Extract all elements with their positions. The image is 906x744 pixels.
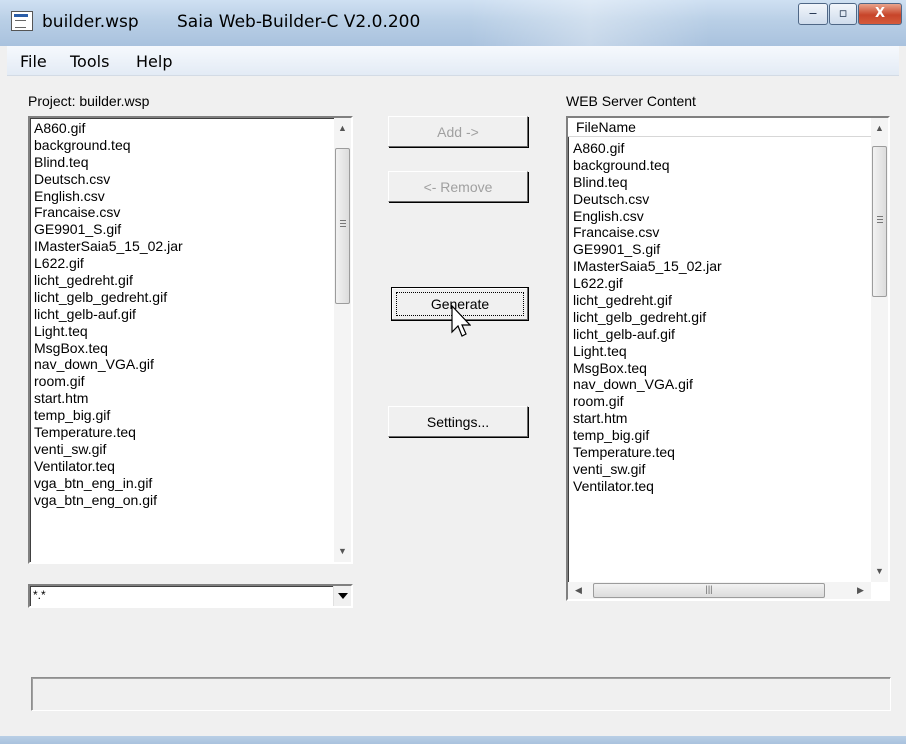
project-label: Project: builder.wsp	[28, 93, 150, 109]
list-item[interactable]: Temperature.teq	[33, 424, 183, 441]
list-item[interactable]: Francaise.csv	[572, 224, 722, 241]
scroll-left-arrow-icon[interactable]: ◀	[570, 582, 587, 599]
list-item[interactable]: nav_down_VGA.gif	[33, 356, 183, 373]
list-item[interactable]: venti_sw.gif	[33, 441, 183, 458]
list-item[interactable]: nav_down_VGA.gif	[572, 376, 722, 393]
web-server-file-items: A860.gif background.teq Blind.teq Deutsch.c…	[572, 140, 722, 495]
list-item[interactable]: A860.gif	[572, 140, 722, 157]
scroll-down-arrow-icon[interactable]: ▼	[334, 543, 351, 560]
project-file-items: A860.gif background.teq Blind.teq Deutsch.c…	[33, 120, 183, 508]
list-item[interactable]: GE9901_S.gif	[572, 241, 722, 258]
menu-tools[interactable]: Tools	[70, 52, 109, 71]
list-item[interactable]: IMasterSaia5_15_02.jar	[572, 258, 722, 275]
add-button[interactable]: Add ->	[388, 116, 528, 147]
list-item[interactable]: Blind.teq	[572, 174, 722, 191]
remove-button-label: <- Remove	[423, 179, 493, 195]
close-button[interactable]: X	[858, 3, 902, 25]
column-header-filename[interactable]: FileName	[568, 118, 871, 137]
title-glow	[470, 0, 710, 46]
list-item[interactable]: A860.gif	[33, 120, 183, 137]
list-item[interactable]: L622.gif	[33, 255, 183, 272]
scroll-thumb[interactable]	[872, 146, 887, 297]
list-item[interactable]: venti_sw.gif	[572, 461, 722, 478]
menu-help[interactable]: Help	[136, 52, 172, 71]
app-icon[interactable]	[11, 11, 33, 31]
file-filter-value: *.*	[33, 588, 46, 602]
scroll-down-arrow-icon[interactable]: ▼	[871, 563, 888, 580]
scroll-right-arrow-icon[interactable]: ▶	[852, 582, 869, 599]
list-item[interactable]: start.htm	[572, 410, 722, 427]
client-area: Project: builder.wsp WEB Server Content …	[7, 76, 899, 736]
list-item[interactable]: IMasterSaia5_15_02.jar	[33, 238, 183, 255]
add-button-label: Add ->	[437, 124, 479, 140]
list-item[interactable]: vga_btn_eng_in.gif	[33, 475, 183, 492]
list-item[interactable]: English.csv	[33, 188, 183, 205]
list-item[interactable]: MsgBox.teq	[33, 340, 183, 357]
title-bar: builder.wsp Saia Web-Builder-C V2.0.200 …	[0, 0, 906, 46]
window-app-title: Saia Web-Builder-C V2.0.200	[177, 12, 421, 32]
list-item[interactable]: Ventilator.teq	[33, 458, 183, 475]
list-item[interactable]: licht_gelb_gedreht.gif	[572, 309, 722, 326]
menu-file[interactable]: File	[20, 52, 47, 71]
list-item[interactable]: background.teq	[572, 157, 722, 174]
web-server-label: WEB Server Content	[566, 93, 696, 109]
list-item[interactable]: licht_gelb-auf.gif	[33, 306, 183, 323]
window-bottom-edge	[0, 736, 906, 744]
list-item[interactable]: Blind.teq	[33, 154, 183, 171]
list-item[interactable]: English.csv	[572, 208, 722, 225]
list-item[interactable]: MsgBox.teq	[572, 360, 722, 377]
list-item[interactable]: room.gif	[33, 373, 183, 390]
list-item[interactable]: Light.teq	[572, 343, 722, 360]
list-item[interactable]: Light.teq	[33, 323, 183, 340]
list-item[interactable]: background.teq	[33, 137, 183, 154]
status-bar	[31, 677, 891, 711]
scroll-thumb[interactable]	[335, 148, 350, 304]
settings-button[interactable]: Settings...	[388, 406, 528, 437]
list-item[interactable]: Francaise.csv	[33, 204, 183, 221]
chevron-down-icon[interactable]	[333, 586, 351, 606]
scroll-up-arrow-icon[interactable]: ▲	[871, 120, 888, 137]
project-list-scrollbar[interactable]: ▲ ▼	[334, 118, 351, 562]
list-item[interactable]: licht_gelb-auf.gif	[572, 326, 722, 343]
menu-bar: File Tools Help	[7, 46, 899, 76]
web-server-horizontal-scrollbar[interactable]: ◀ ||| ▶	[568, 582, 871, 599]
project-file-list[interactable]: A860.gif background.teq Blind.teq Deutsch.c…	[28, 116, 353, 564]
list-item[interactable]: Temperature.teq	[572, 444, 722, 461]
web-server-file-list[interactable]: FileName A860.gif background.teq Blind.teq…	[566, 116, 890, 601]
web-server-vertical-scrollbar[interactable]: ▲ ▼	[871, 118, 888, 582]
list-item[interactable]: GE9901_S.gif	[33, 221, 183, 238]
list-item[interactable]: Deutsch.csv	[33, 171, 183, 188]
list-item[interactable]: L622.gif	[572, 275, 722, 292]
list-item[interactable]: room.gif	[572, 393, 722, 410]
list-item[interactable]: licht_gedreht.gif	[33, 272, 183, 289]
window-filename: builder.wsp	[42, 12, 139, 32]
list-item[interactable]: Ventilator.teq	[572, 478, 722, 495]
list-item[interactable]: temp_big.gif	[572, 427, 722, 444]
mouse-cursor-icon	[451, 305, 471, 337]
horizontal-scroll-thumb[interactable]: |||	[593, 583, 825, 598]
list-item[interactable]: vga_btn_eng_on.gif	[33, 492, 183, 509]
scroll-up-arrow-icon[interactable]: ▲	[334, 120, 351, 137]
minimize-button[interactable]: ‒	[798, 3, 828, 25]
list-item[interactable]: temp_big.gif	[33, 407, 183, 424]
maximize-button[interactable]: ▫	[829, 3, 857, 25]
settings-button-label: Settings...	[426, 414, 490, 430]
remove-button[interactable]: <- Remove	[388, 171, 528, 202]
list-item[interactable]: licht_gedreht.gif	[572, 292, 722, 309]
list-item[interactable]: start.htm	[33, 390, 183, 407]
list-item[interactable]: licht_gelb_gedreht.gif	[33, 289, 183, 306]
file-filter-combo[interactable]: *.*	[28, 584, 353, 608]
list-item[interactable]: Deutsch.csv	[572, 191, 722, 208]
